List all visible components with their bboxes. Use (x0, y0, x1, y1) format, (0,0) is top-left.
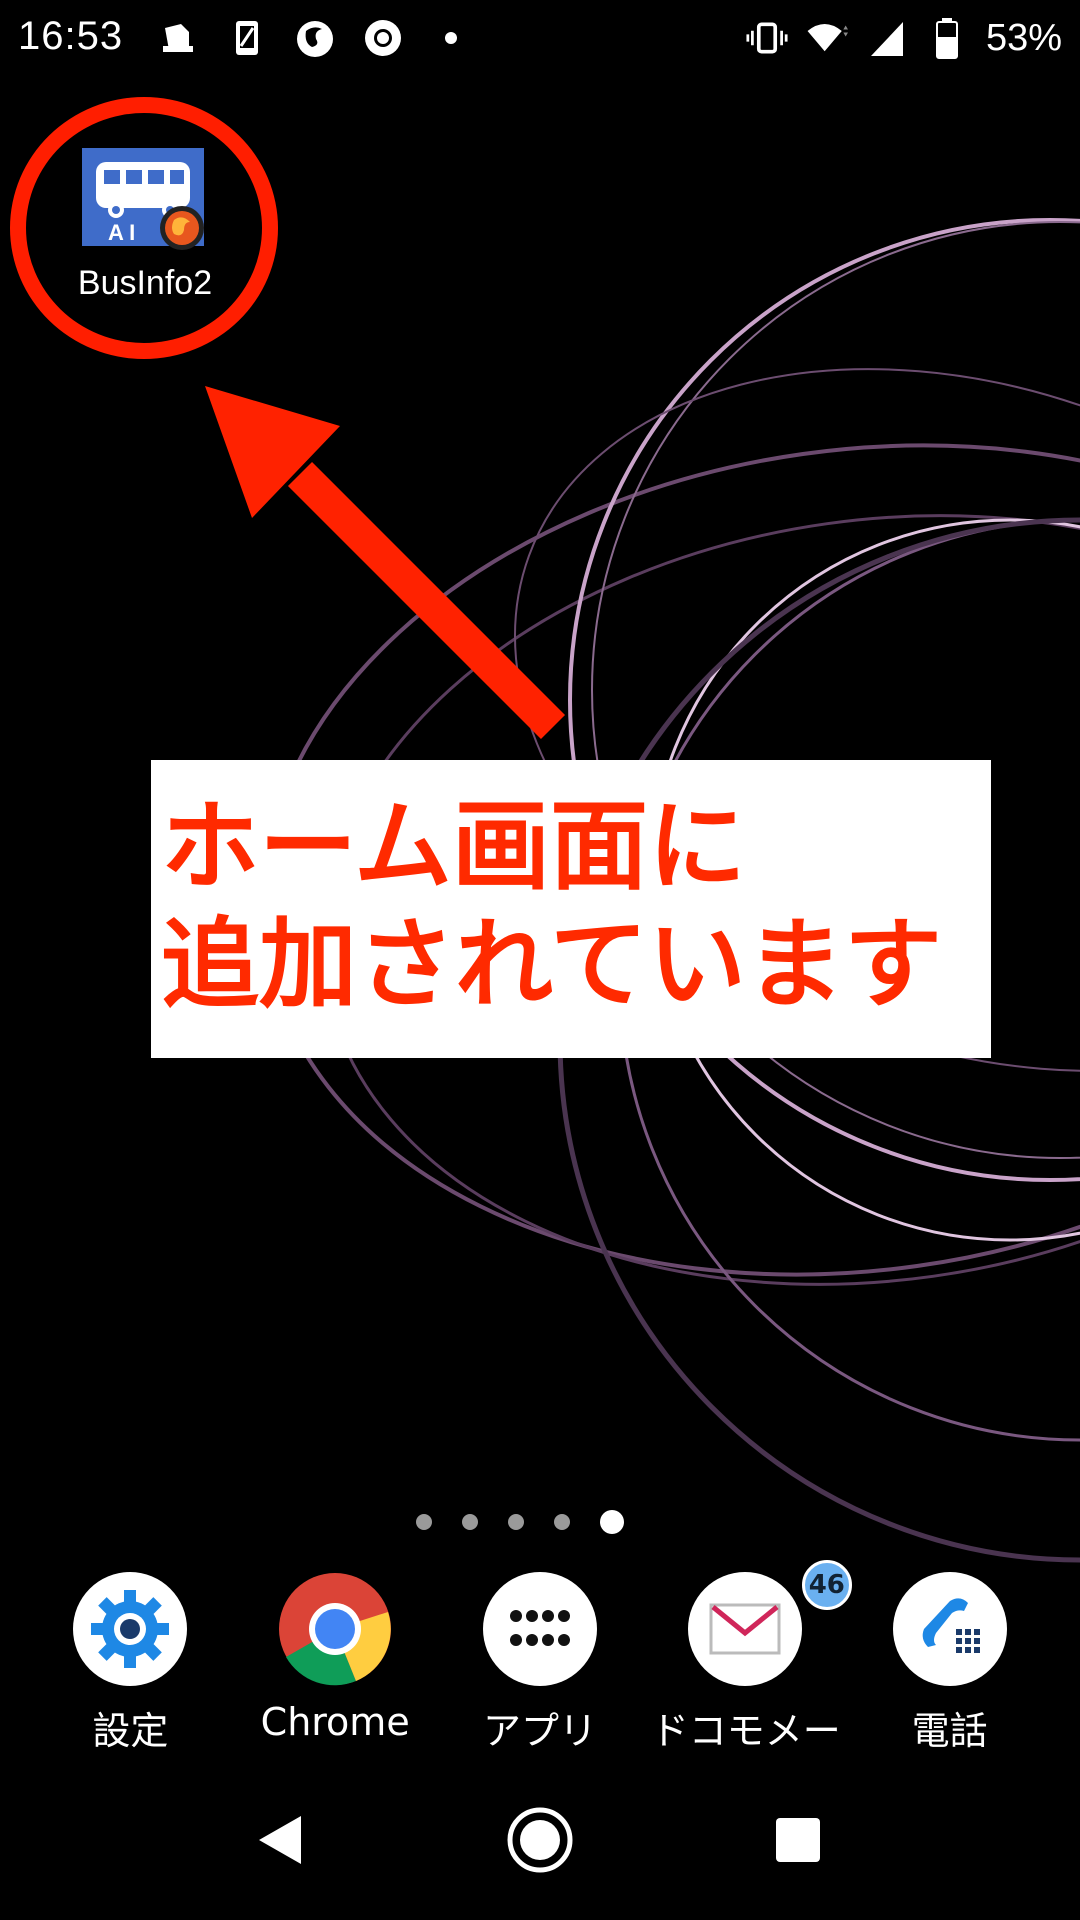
dock-label: アプリ (482, 1709, 597, 1753)
settings-icon[interactable] (73, 1572, 188, 1686)
callout-line-2: 追加されています (161, 908, 943, 1022)
dock-label: 電話 (911, 1709, 988, 1753)
mail-icon[interactable]: 46 (687, 1560, 852, 1686)
back-icon (259, 1816, 301, 1864)
back-button[interactable] (230, 1790, 330, 1890)
dock-chrome[interactable]: Chrome (241, 1572, 429, 1755)
dock-label: 設定 (92, 1709, 169, 1753)
apps-icon[interactable] (482, 1572, 597, 1686)
page-dot[interactable] (554, 1514, 570, 1530)
recents-button[interactable] (748, 1790, 848, 1890)
unread-badge: 46 (801, 1560, 852, 1610)
phone-icon[interactable] (892, 1572, 1007, 1686)
dock-docomo-mail[interactable]: 46 ドコモメー (650, 1560, 852, 1755)
page-dot[interactable] (416, 1514, 432, 1530)
page-dot[interactable] (508, 1514, 524, 1530)
page-dot-active[interactable] (600, 1510, 624, 1534)
annotation-callout: ホーム画面に 追加されています (151, 760, 991, 1058)
callout-line-1: ホーム画面に (161, 790, 747, 904)
navigation-bar (0, 1790, 1080, 1900)
home-icon (507, 1807, 573, 1873)
dock-label: ドコモメー (650, 1709, 839, 1753)
recents-icon (776, 1818, 820, 1862)
dock-label: Chrome (260, 1700, 410, 1744)
dock-apps[interactable]: アプリ (446, 1572, 634, 1755)
page-indicator (0, 1510, 1080, 1534)
dock: 設定 Chrome アプリ 46 ドコモメー 電話 (0, 1560, 1080, 1755)
dock-phone[interactable]: 電話 (856, 1572, 1044, 1755)
chrome-icon[interactable] (278, 1572, 392, 1686)
dock-settings[interactable]: 設定 (36, 1572, 224, 1755)
home-button[interactable] (490, 1790, 590, 1890)
page-dot[interactable] (462, 1514, 478, 1530)
